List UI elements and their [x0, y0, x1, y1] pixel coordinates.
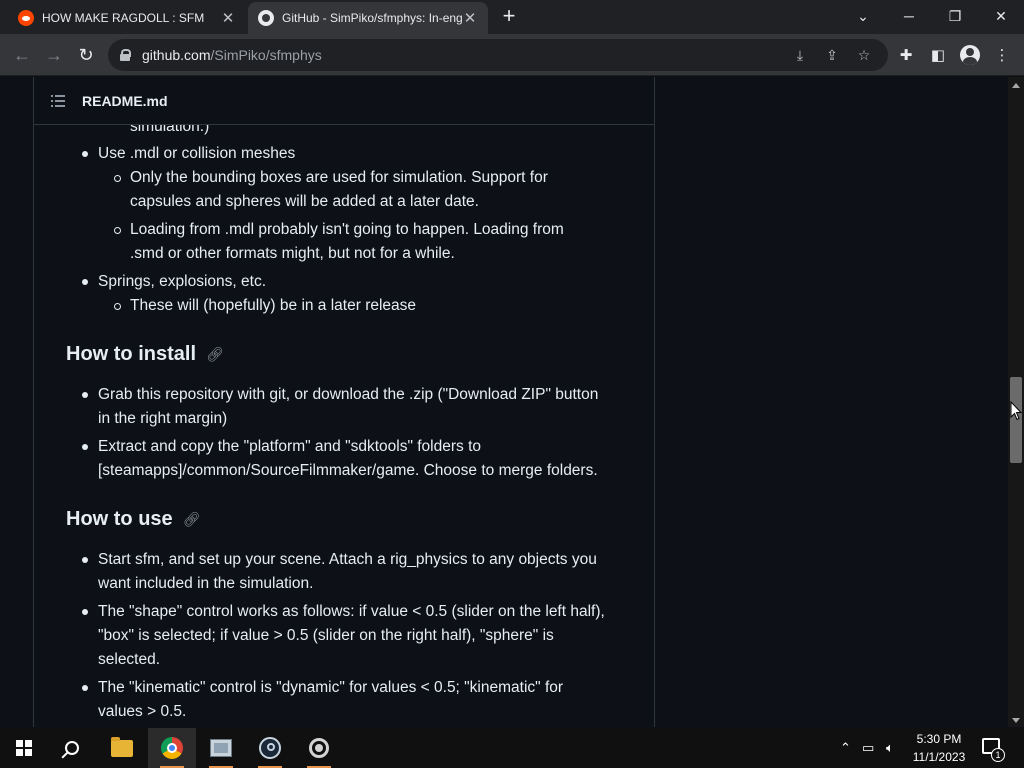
- bullet-disc: [82, 279, 88, 285]
- heading-text: How to use: [66, 508, 173, 530]
- bullet-circle: [114, 175, 121, 182]
- readme-header: README.md: [34, 77, 654, 125]
- bullet-circle: [114, 227, 121, 234]
- menu-kebab-icon[interactable]: ⋮: [989, 42, 1015, 68]
- address-bar[interactable]: github.com/SimPiko/sfmphys ⤓ ⇪ ☆: [108, 39, 888, 71]
- anchor-link-icon[interactable]: 🔗︎: [183, 511, 201, 528]
- bullet-disc: [82, 444, 88, 450]
- scroll-up-arrow-icon[interactable]: [1012, 83, 1020, 88]
- scroll-down-arrow-icon[interactable]: [1012, 718, 1020, 723]
- tab-github[interactable]: GitHub - SimPiko/sfmphys: In-eng ✕: [248, 2, 488, 34]
- list-item: Loading from .mdl probably isn't going t…: [130, 221, 564, 238]
- list-item: Use .mdl or collision meshes: [98, 145, 296, 162]
- clock-time: 5:30 PM: [916, 732, 962, 746]
- bullet-disc: [82, 557, 88, 563]
- tab-reddit[interactable]: HOW MAKE RAGDOLL : SFM ✕: [8, 2, 246, 34]
- list-item: The "shape" control works as follows: if…: [98, 603, 605, 620]
- search-icon: [65, 741, 79, 755]
- folder-icon: [111, 736, 133, 757]
- new-tab-button[interactable]: +: [498, 5, 520, 28]
- sfm-app-icon: [210, 739, 232, 757]
- taskbar-chrome[interactable]: [148, 728, 196, 768]
- list-item: Grab this repository with git, or downlo…: [98, 386, 599, 403]
- list-item-continued: values > 0.5.: [98, 703, 187, 720]
- list-item: Springs, explosions, etc.: [98, 273, 267, 290]
- windows-taskbar: ⌃ ▭ 🔈︎ 5:30 PM 11/1/2023 1: [0, 728, 1024, 768]
- bullet-disc: [82, 151, 88, 157]
- taskbar-sfm[interactable]: [197, 728, 245, 768]
- mouse-cursor-icon: [1010, 401, 1022, 421]
- taskbar-steam[interactable]: [246, 728, 294, 768]
- volume-muted-icon[interactable]: 🔈︎: [886, 740, 894, 756]
- share-icon[interactable]: ⇪: [822, 45, 842, 65]
- bullet-disc: [82, 685, 88, 691]
- list-item-continued: .smd or other formats might, but not for…: [130, 245, 455, 262]
- tab-title: HOW MAKE RAGDOLL : SFM: [42, 11, 205, 25]
- close-icon[interactable]: ✕: [462, 9, 478, 27]
- screen: HOW MAKE RAGDOLL : SFM ✕ GitHub - SimPik…: [0, 0, 1024, 768]
- bullet-disc: [82, 609, 88, 615]
- reload-button[interactable]: ↻: [73, 42, 99, 68]
- list-item-continued: in the right margin): [98, 410, 228, 427]
- heading-how-to-use: How to use 🔗︎: [66, 508, 200, 531]
- heading-text: How to install: [66, 343, 196, 365]
- close-icon[interactable]: ✕: [220, 9, 236, 27]
- network-icon[interactable]: ▭: [862, 740, 874, 756]
- list-item: Extract and copy the "platform" and "sdk…: [98, 438, 482, 455]
- bullet-disc: [82, 392, 88, 398]
- list-item: These will (hopefully) be in a later rel…: [130, 297, 417, 314]
- list-item-continued: [steamapps]/common/SourceFilmmaker/game.…: [98, 462, 598, 479]
- anchor-link-icon[interactable]: 🔗︎: [206, 346, 224, 363]
- bullet-circle: [114, 303, 121, 310]
- reddit-icon: [18, 10, 34, 26]
- profile-button[interactable]: [957, 42, 983, 68]
- back-button[interactable]: ←: [9, 42, 35, 68]
- list-item-continued: "box" is selected; if value > 0.5 (slide…: [98, 627, 554, 644]
- browser-toolbar: ← → ↻ github.com/SimPiko/sfmphys ⤓ ⇪ ☆ ✚…: [0, 34, 1024, 76]
- list-item: Only the bounding boxes are used for sim…: [130, 169, 548, 186]
- bookmark-star-icon[interactable]: ☆: [854, 45, 874, 65]
- install-app-icon[interactable]: ⤓: [790, 45, 810, 65]
- windows-logo-icon: [16, 740, 32, 756]
- tab-title: GitHub - SimPiko/sfmphys: In-eng: [282, 11, 462, 25]
- minimize-button[interactable]: ─: [886, 0, 932, 32]
- avatar: [960, 45, 980, 65]
- outline-list-icon[interactable]: [51, 94, 65, 107]
- forward-button[interactable]: →: [41, 42, 67, 68]
- readme-box: README.md simulation.) Use .mdl or colli…: [33, 77, 655, 727]
- blender-icon: [309, 738, 329, 758]
- clock-date: 11/1/2023: [912, 750, 966, 764]
- github-icon: [258, 10, 274, 26]
- list-item-continued: capsules and spheres will be added at a …: [130, 193, 479, 210]
- tab-strip: HOW MAKE RAGDOLL : SFM ✕ GitHub - SimPik…: [0, 0, 1024, 34]
- extensions-icon[interactable]: ✚: [893, 42, 919, 68]
- system-clock[interactable]: 5:30 PM 11/1/2023: [906, 730, 972, 766]
- restore-button[interactable]: ❐: [932, 0, 978, 32]
- github-page: README.md simulation.) Use .mdl or colli…: [0, 77, 1008, 727]
- url-text: github.com/SimPiko/sfmphys: [142, 47, 322, 63]
- chrome-icon: [161, 737, 183, 759]
- taskbar-blender[interactable]: [295, 728, 343, 768]
- show-hidden-icons-chevron-icon[interactable]: ⌃: [840, 740, 851, 756]
- list-item-continued: want included in the simulation.: [98, 575, 314, 592]
- side-panel-icon[interactable]: ◧: [925, 42, 951, 68]
- close-window-button[interactable]: ✕: [978, 0, 1024, 32]
- taskbar-file-explorer[interactable]: [98, 728, 146, 768]
- readme-title: README.md: [82, 92, 168, 109]
- list-item: The "kinematic" control is "dynamic" for…: [98, 679, 564, 696]
- steam-icon: [259, 737, 281, 759]
- tab-search-icon[interactable]: ⌄: [840, 0, 886, 32]
- list-item: Start sfm, and set up your scene. Attach…: [98, 551, 597, 568]
- search-button[interactable]: [48, 728, 96, 768]
- lock-icon: [120, 49, 131, 61]
- notification-count-badge: 1: [991, 748, 1005, 762]
- start-button[interactable]: [0, 728, 48, 768]
- list-item-continued: selected.: [98, 651, 161, 668]
- heading-how-to-install: How to install 🔗︎: [66, 343, 224, 366]
